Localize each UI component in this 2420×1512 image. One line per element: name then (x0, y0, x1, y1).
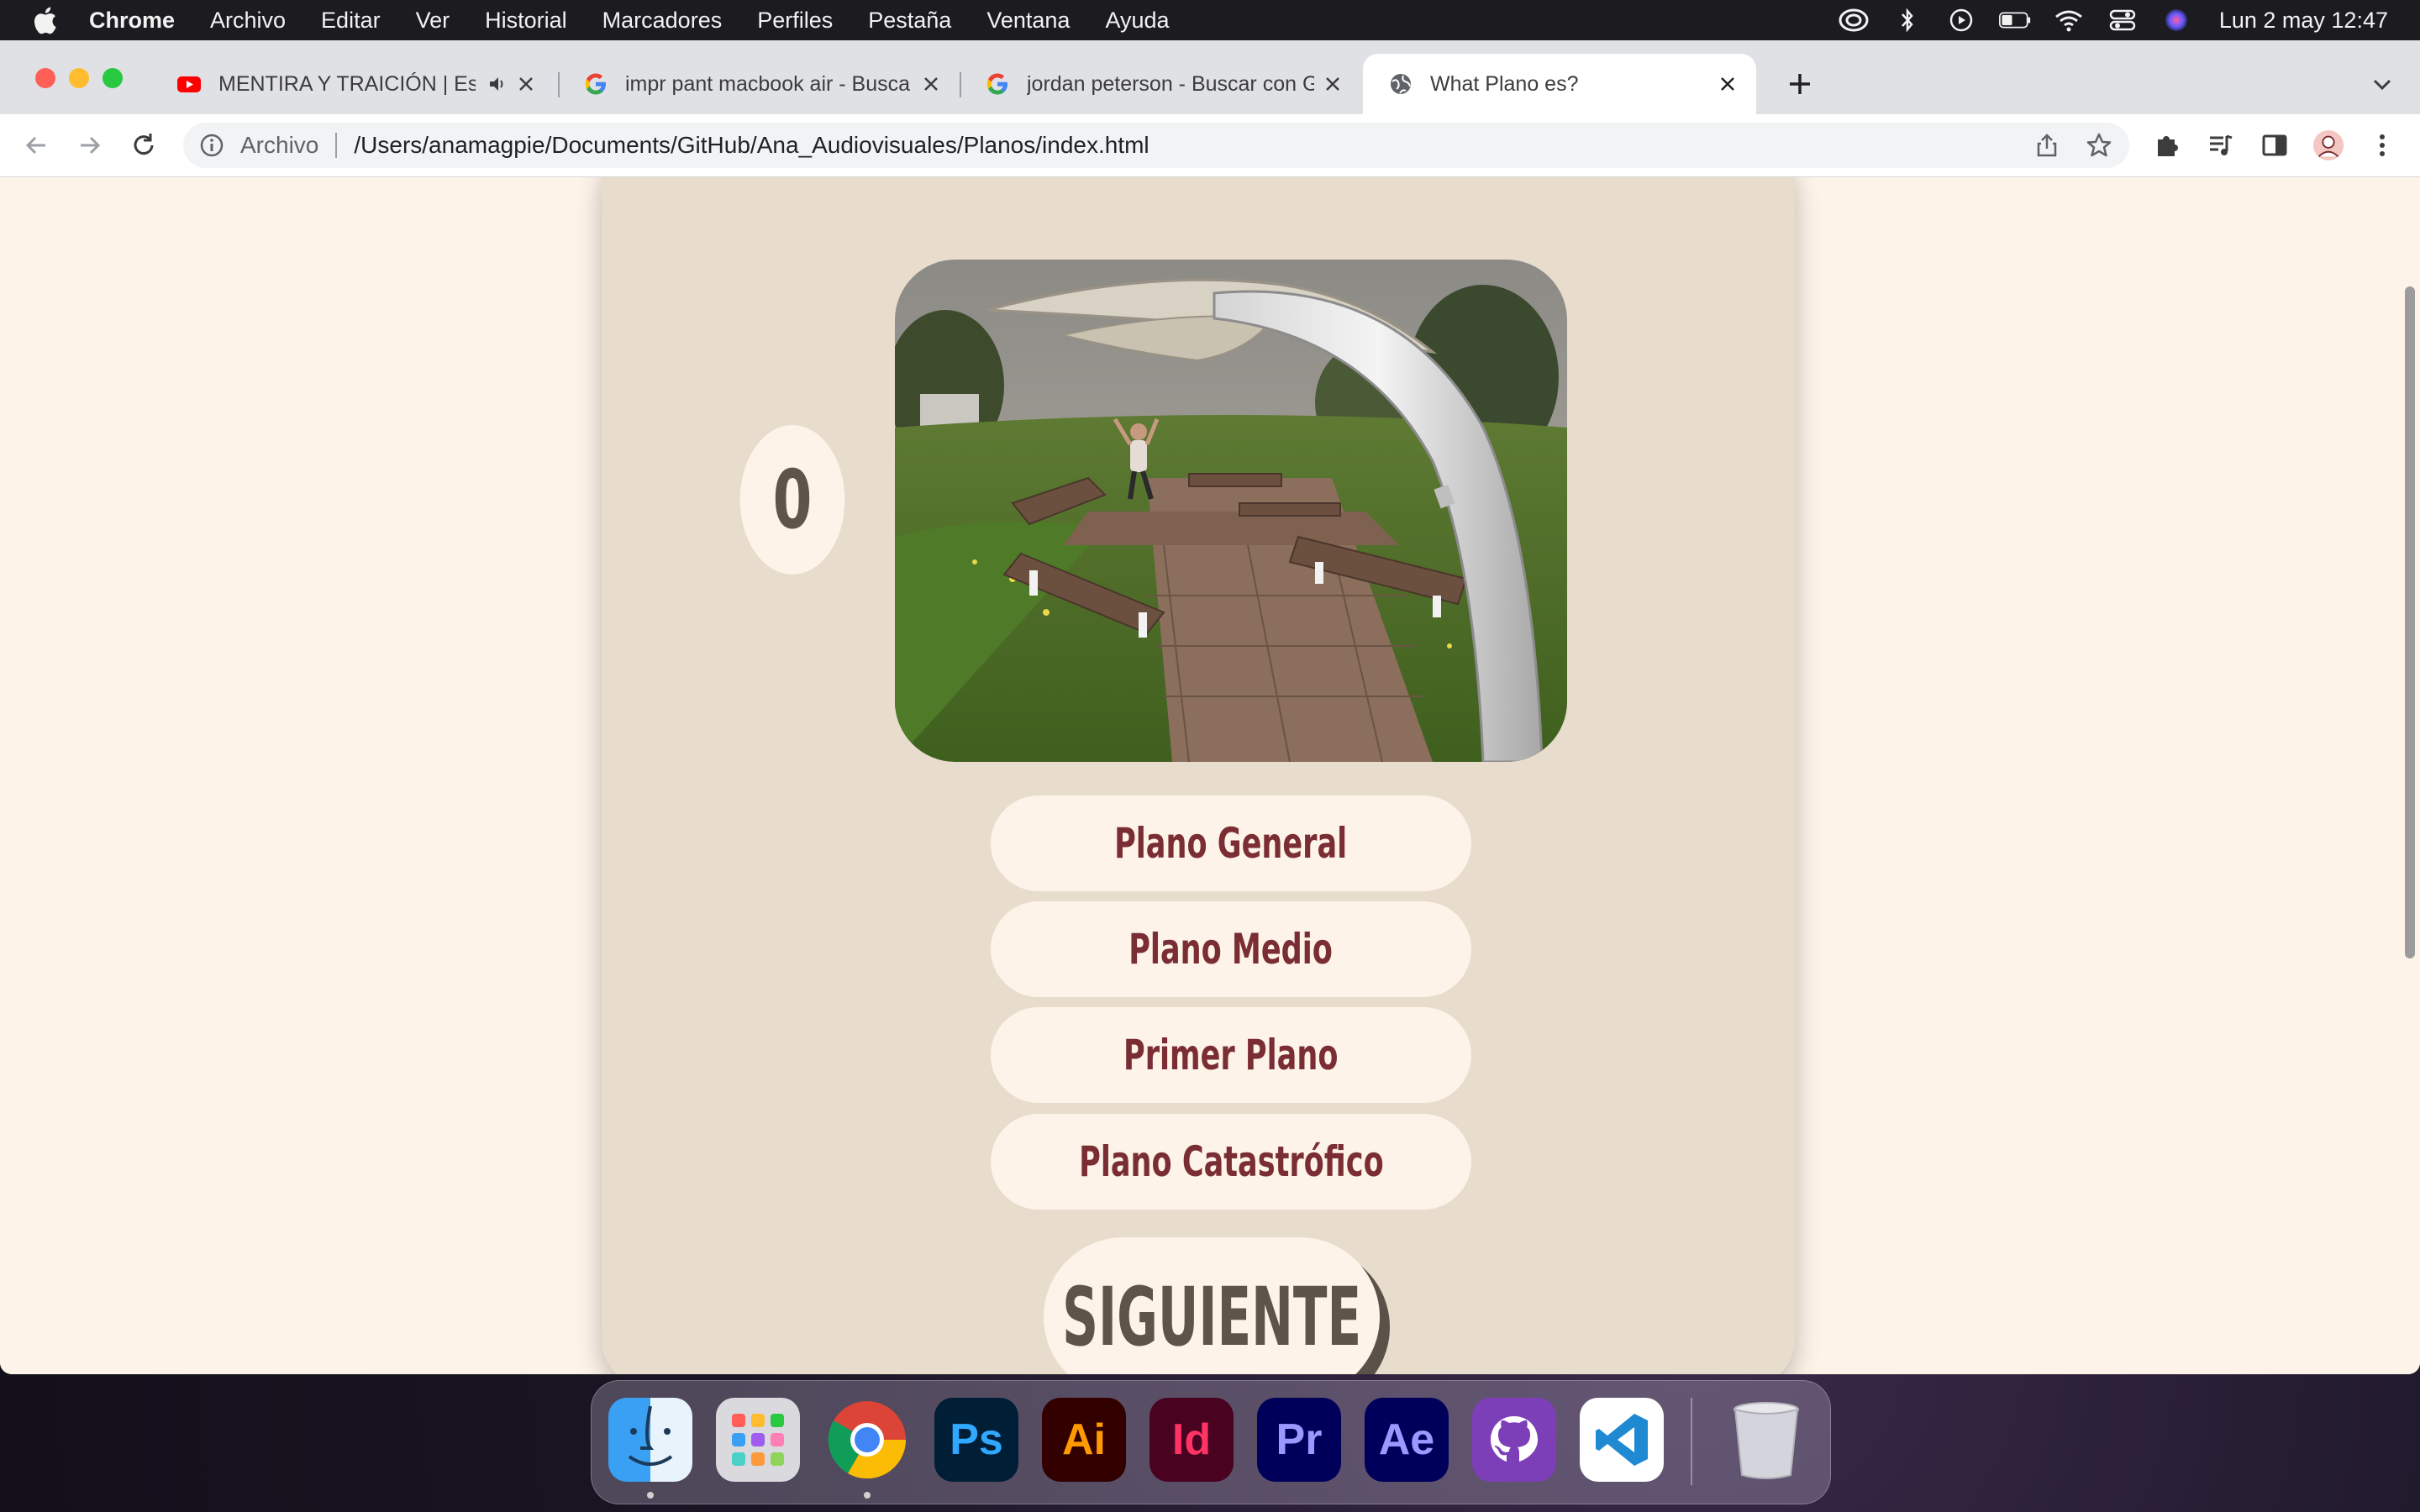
puzzle-icon (2158, 136, 2178, 156)
answer-label: Primer Plano (1123, 1031, 1339, 1079)
tab-active[interactable]: What Plano es? (1363, 54, 1756, 114)
launchpad-icon[interactable] (716, 1398, 800, 1482)
answer-primer-plano[interactable]: Primer Plano (991, 1007, 1471, 1103)
info-icon[interactable] (198, 132, 225, 159)
next-button-label: SIGUIENTE (1061, 1270, 1362, 1364)
quiz-photo (895, 260, 1567, 762)
speaker-icon[interactable] (487, 74, 508, 94)
window-minimize-button[interactable] (69, 68, 89, 88)
chrome-menu-button[interactable] (2366, 129, 2398, 161)
google-icon (585, 73, 606, 95)
indesign-icon[interactable]: Id (1150, 1398, 1234, 1482)
window-close-button[interactable] (35, 68, 55, 88)
menu-pestana[interactable]: Pestaña (868, 8, 951, 34)
score-counter: 0 (739, 425, 845, 575)
play-circle-icon[interactable] (1945, 8, 1977, 33)
extensions-button[interactable] (2151, 129, 2183, 161)
url-separator (335, 133, 338, 158)
tab-google-search-2[interactable]: jordan peterson - Buscar con G (960, 54, 1361, 114)
status-area: Lun 2 may 12:47 (1838, 0, 2420, 40)
url-scheme-label: Archivo (240, 132, 319, 158)
youtube-icon (177, 76, 201, 92)
illustrator-icon[interactable]: Ai (1042, 1398, 1126, 1482)
trash-icon[interactable] (1724, 1398, 1808, 1482)
menubar-clock[interactable]: Lun 2 may 12:47 (2219, 8, 2388, 34)
menu-app-name[interactable]: Chrome (89, 8, 175, 34)
answer-label: Plano General (1114, 819, 1348, 868)
arrow-right-icon (81, 136, 101, 155)
tab-close-icon[interactable] (516, 74, 536, 94)
dock-separator (1691, 1398, 1692, 1485)
tab-title: MENTIRA Y TRAICIÓN | Est (218, 71, 476, 96)
profile-avatar[interactable] (2312, 129, 2344, 161)
next-button[interactable]: SIGUIENTE (1044, 1237, 1380, 1374)
battery-icon[interactable] (1998, 8, 2031, 33)
new-tab-icon[interactable] (1785, 69, 1815, 99)
menu-ver[interactable]: Ver (416, 8, 450, 34)
tab-strip: MENTIRA Y TRAICIÓN | Est impr pant macbo… (0, 40, 2420, 114)
back-button[interactable] (20, 129, 52, 161)
arrow-left-icon (25, 136, 45, 155)
photoshop-icon[interactable]: Ps (934, 1398, 1018, 1482)
answer-label: Plano Catastrófico (1078, 1137, 1384, 1186)
answer-plano-catastrofico[interactable]: Plano Catastrófico (991, 1114, 1471, 1210)
share-icon[interactable] (2033, 132, 2060, 159)
reload-icon (134, 134, 154, 155)
apple-icon[interactable] (32, 6, 57, 34)
media-control-button[interactable] (2205, 129, 2237, 161)
side-panel-button[interactable] (2259, 129, 2291, 161)
tab-title: impr pant macbook air - Busca (625, 71, 911, 96)
siri-icon[interactable] (2160, 8, 2192, 33)
more-vertical-icon (2380, 134, 2385, 156)
bluetooth-icon[interactable] (1891, 8, 1923, 33)
browser-window: MENTIRA Y TRAICIÓN | Est impr pant macbo… (0, 40, 2420, 1374)
tab-title: What Plano es? (1430, 71, 1579, 96)
tab-title: jordan peterson - Buscar con G (1027, 71, 1314, 96)
running-indicator (864, 1492, 871, 1499)
tab-close-icon[interactable] (921, 74, 941, 94)
chrome-icon[interactable] (825, 1398, 909, 1482)
side-panel-icon (2262, 134, 2287, 156)
park-shelter-image (895, 260, 1567, 762)
google-icon (986, 73, 1007, 95)
browser-toolbar: Archivo /Users/anamagpie/Documents/GitHu… (0, 114, 2420, 177)
answer-label: Plano Medio (1128, 925, 1334, 974)
window-zoom-button[interactable] (103, 68, 123, 88)
after-effects-icon[interactable]: Ae (1365, 1398, 1449, 1482)
dock: Ps Ai Id Pr Ae (591, 1380, 1831, 1504)
running-indicator (647, 1492, 654, 1499)
answer-plano-medio[interactable]: Plano Medio (991, 901, 1471, 997)
menu-ayuda[interactable]: Ayuda (1105, 8, 1169, 34)
creative-cloud-icon[interactable] (1838, 8, 1870, 33)
forward-button[interactable] (74, 129, 106, 161)
avatar-icon (2312, 129, 2344, 161)
tab-google-search-1[interactable]: impr pant macbook air - Busca (558, 54, 960, 114)
github-desktop-icon[interactable] (1472, 1398, 1556, 1482)
answer-plano-general[interactable]: Plano General (991, 795, 1471, 891)
wifi-icon[interactable] (2053, 8, 2085, 33)
vscode-icon[interactable] (1580, 1398, 1664, 1482)
menu-historial[interactable]: Historial (485, 8, 567, 34)
finder-icon[interactable] (608, 1398, 692, 1482)
menu-marcadores[interactable]: Marcadores (602, 8, 723, 34)
address-bar[interactable]: Archivo /Users/anamagpie/Documents/GitHu… (183, 123, 2129, 168)
page-scrollbar[interactable] (2405, 286, 2415, 958)
tab-close-icon[interactable] (1323, 74, 1343, 94)
url-text[interactable]: /Users/anamagpie/Documents/GitHub/Ana_Au… (354, 132, 1149, 159)
chevron-down-icon[interactable] (2370, 72, 2395, 97)
reload-button[interactable] (128, 129, 160, 161)
control-center-icon[interactable] (2107, 8, 2139, 33)
menu-archivo[interactable]: Archivo (210, 8, 286, 34)
menu-editar[interactable]: Editar (321, 8, 381, 34)
menu-ventana[interactable]: Ventana (986, 8, 1070, 34)
music-queue-icon (2210, 134, 2233, 155)
page-viewport: 0 Plano General Plano Medio Primer Plano… (0, 177, 2420, 1374)
tab-youtube[interactable]: MENTIRA Y TRAICIÓN | Est (151, 54, 555, 114)
menu-perfiles[interactable]: Perfiles (757, 8, 833, 34)
premiere-icon[interactable]: Pr (1257, 1398, 1341, 1482)
star-icon[interactable] (2086, 132, 2112, 159)
menu-bar: Chrome Archivo Editar Ver Historial Marc… (0, 0, 2420, 40)
globe-icon (1391, 74, 1411, 94)
tab-close-icon[interactable] (1718, 74, 1738, 94)
